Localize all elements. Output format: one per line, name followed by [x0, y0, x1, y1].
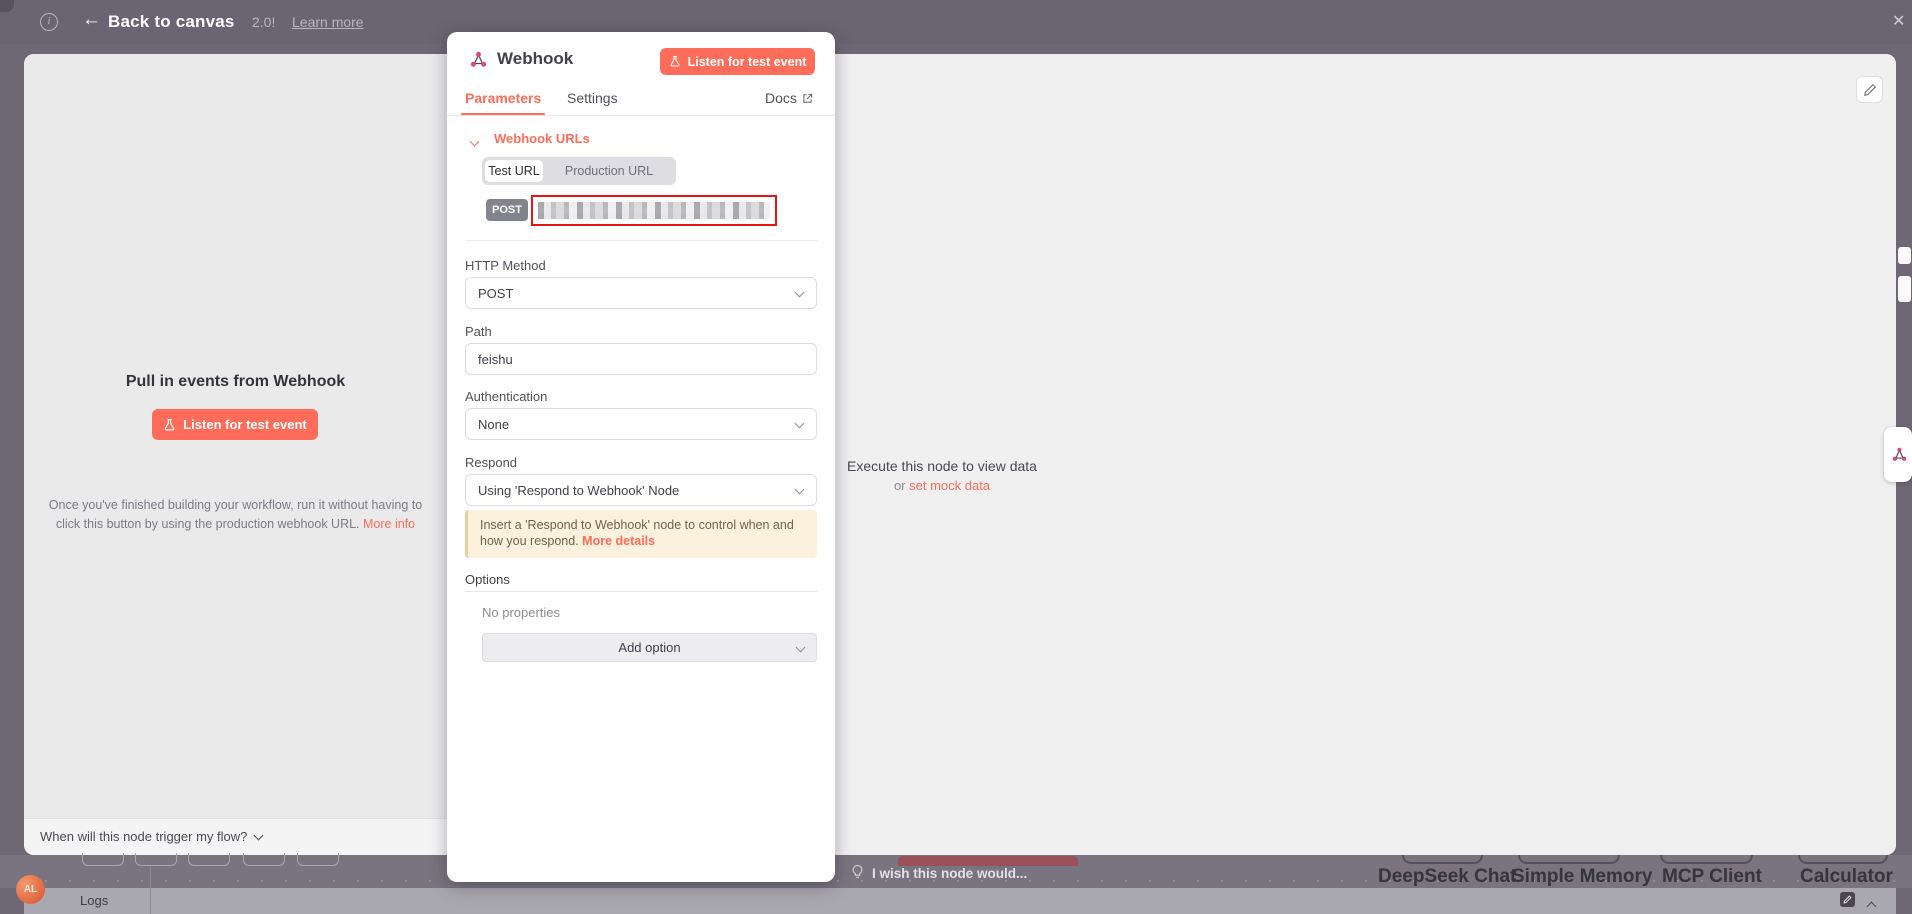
- respond-label: Respond: [465, 455, 517, 470]
- webhook-icon: [469, 50, 488, 69]
- top-banner: i ← Back to canvas 2.0! Learn more ✕: [0, 0, 1912, 44]
- info-icon: i: [40, 13, 58, 31]
- canvas-node-fragment: [243, 853, 285, 866]
- trigger-question-label: When will this node trigger my flow?: [40, 829, 247, 844]
- wish-node-input[interactable]: I wish this node would...: [872, 866, 1027, 881]
- canvas-node-label: Simple Memory: [1512, 866, 1652, 888]
- tab-settings[interactable]: Settings: [567, 90, 618, 106]
- more-details-link[interactable]: More details: [582, 534, 655, 548]
- canvas-node-fragment: [297, 853, 339, 866]
- trigger-question-toggle[interactable]: When will this node trigger my flow?: [40, 829, 262, 844]
- http-method-badge: POST: [486, 199, 528, 221]
- options-divider: [465, 591, 817, 592]
- http-method-label: HTTP Method: [465, 258, 546, 273]
- node-details-view: OUTPUT Execute this node to view data or…: [24, 54, 1896, 855]
- canvas-node-label: Calculator: [1800, 866, 1893, 888]
- canvas-node-fragment: [82, 853, 124, 866]
- add-option-label: Add option: [618, 640, 680, 655]
- flask-icon: [163, 418, 176, 432]
- tabs-divider: [447, 115, 835, 116]
- http-method-value: POST: [478, 286, 513, 301]
- canvas-node-fragment: [1660, 855, 1753, 864]
- canvas-node-fragment: [1518, 855, 1620, 864]
- edge-tab: [1898, 276, 1911, 302]
- canvas-bottom-strip: I wish this node would... DeepSeek Chat …: [0, 855, 1912, 888]
- logs-label: Logs: [80, 893, 108, 908]
- input-panel-title: Pull in events from Webhook: [24, 373, 447, 391]
- flask-icon: [669, 55, 681, 68]
- canvas-node-label: MCP Client: [1662, 866, 1762, 888]
- pencil-icon: [1863, 83, 1877, 97]
- chevron-down-icon[interactable]: [471, 132, 478, 150]
- canvas-node-fragment: [188, 853, 230, 866]
- path-label: Path: [465, 324, 492, 339]
- listen-button-label: Listen for test event: [183, 417, 307, 432]
- lightbulb-icon: [851, 864, 864, 880]
- dimmed-button-top: [898, 856, 1078, 866]
- input-panel: Pull in events from Webhook Listen for t…: [24, 54, 447, 855]
- external-link-icon: [802, 93, 813, 104]
- docs-label: Docs: [765, 90, 797, 106]
- banner-promo-text: 2.0!: [252, 14, 275, 30]
- learn-more-link[interactable]: Learn more: [292, 14, 364, 30]
- authentication-value: None: [478, 417, 509, 432]
- chevron-down-icon: [795, 419, 805, 429]
- webhook-settings-modal: Webhook Listen for test event Parameters…: [447, 32, 835, 882]
- authentication-label: Authentication: [465, 389, 547, 404]
- or-text: or: [894, 478, 909, 493]
- blurred-url: [538, 202, 770, 219]
- respond-select[interactable]: Using 'Respond to Webhook' Node: [465, 474, 817, 506]
- input-panel-description: Once you've finished building your workf…: [40, 496, 431, 534]
- add-option-button[interactable]: Add option: [482, 633, 817, 662]
- chevron-down-icon: [795, 288, 805, 298]
- back-to-canvas-link[interactable]: Back to canvas: [108, 12, 235, 32]
- webhook-node-tab[interactable]: [1884, 427, 1912, 482]
- webhook-icon: [1891, 446, 1908, 463]
- modal-title: Webhook: [497, 49, 573, 69]
- more-info-link[interactable]: More info: [363, 517, 415, 531]
- listen-for-test-event-button[interactable]: Listen for test event: [152, 409, 318, 440]
- chevron-down-icon: [796, 643, 806, 653]
- section-divider: [465, 240, 817, 241]
- respond-notice: Insert a 'Respond to Webhook' node to co…: [465, 510, 817, 558]
- logs-expand-button[interactable]: [1868, 897, 1875, 914]
- chevron-up-icon: [1867, 902, 1877, 912]
- url-type-toggle: Test URL Production URL: [482, 157, 676, 185]
- corner-notch: [0, 0, 14, 12]
- set-mock-data-link[interactable]: set mock data: [909, 478, 990, 493]
- edit-output-button[interactable]: [1856, 76, 1883, 103]
- production-url-tab[interactable]: Production URL: [546, 160, 672, 182]
- banner-close-icon[interactable]: ✕: [1892, 11, 1905, 31]
- respond-value: Using 'Respond to Webhook' Node: [478, 483, 679, 498]
- canvas-node-fragment: [135, 853, 177, 866]
- options-label: Options: [465, 572, 510, 587]
- chevron-down-icon: [795, 485, 805, 495]
- path-input[interactable]: [465, 343, 817, 375]
- logs-divider: [150, 866, 151, 914]
- redacted-webhook-url[interactable]: [531, 195, 777, 226]
- listen-button-label: Listen for test event: [688, 55, 807, 69]
- user-avatar[interactable]: AL: [16, 875, 45, 904]
- canvas-node-fragment: [1798, 855, 1888, 864]
- test-url-tab[interactable]: Test URL: [485, 160, 543, 182]
- authentication-select[interactable]: None: [465, 408, 817, 440]
- pencil-small-icon: [1843, 895, 1852, 904]
- no-properties-text: No properties: [482, 605, 560, 620]
- canvas-node-label: DeepSeek Chat: [1378, 866, 1516, 888]
- docs-link[interactable]: Docs: [765, 90, 813, 106]
- chevron-down-icon: [253, 831, 263, 841]
- logs-bar: Logs: [24, 888, 1896, 914]
- back-arrow-icon: ←: [82, 9, 101, 31]
- webhook-urls-section-title[interactable]: Webhook URLs: [494, 131, 590, 146]
- http-method-select[interactable]: POST: [465, 277, 817, 309]
- canvas-node-fragment: [1402, 855, 1483, 864]
- tab-parameters[interactable]: Parameters: [465, 90, 541, 106]
- edge-tab: [1898, 247, 1911, 264]
- listen-for-test-event-button[interactable]: Listen for test event: [660, 48, 815, 75]
- logs-panel-icon[interactable]: [1840, 892, 1855, 907]
- input-panel-footer: When will this node trigger my flow?: [24, 818, 447, 855]
